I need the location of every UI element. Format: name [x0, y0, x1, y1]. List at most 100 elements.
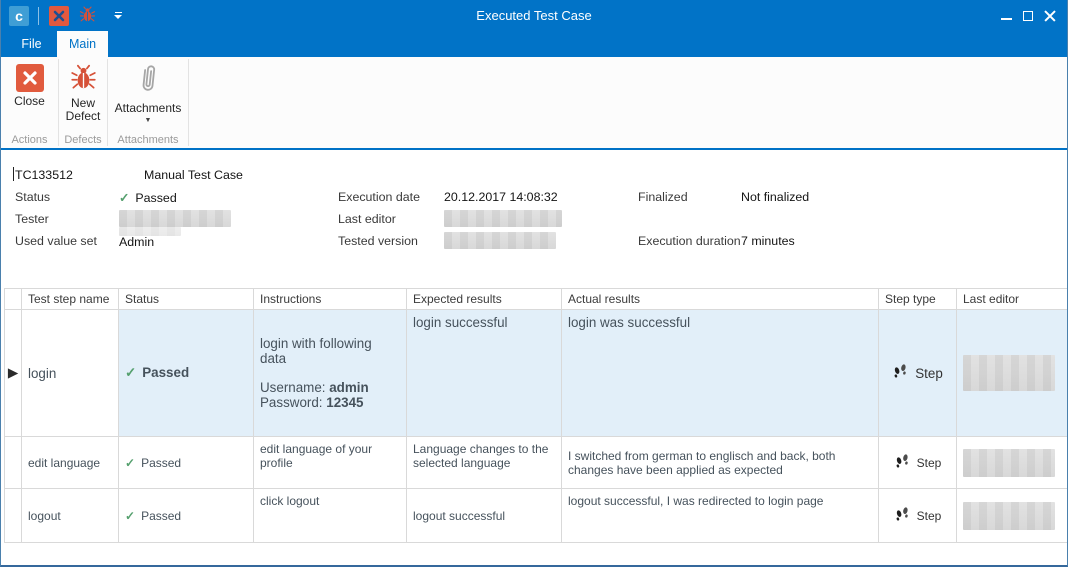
- qat-close-button[interactable]: [48, 5, 70, 27]
- cell-test-step-name[interactable]: logout: [22, 489, 119, 543]
- cell-test-step-name[interactable]: login: [22, 310, 119, 437]
- col-header-actual-results[interactable]: Actual results: [562, 289, 879, 310]
- col-header-step-type[interactable]: Step type: [879, 289, 957, 310]
- instructions-username-line: Username: admin: [260, 380, 400, 395]
- col-header-last-editor[interactable]: Last editor: [957, 289, 1068, 310]
- window-title: Executed Test Case: [1, 8, 1067, 23]
- last-editor-value-redacted: [444, 210, 562, 227]
- cell-status[interactable]: ✓Passed: [119, 310, 254, 437]
- cell-instructions[interactable]: edit language of your profile: [254, 437, 407, 489]
- bug-icon: [70, 64, 97, 94]
- cell-actual-results[interactable]: login was successful: [562, 310, 879, 437]
- status-value: ✓Passed: [119, 190, 177, 205]
- cell-instructions[interactable]: click logout: [254, 489, 407, 543]
- cell-expected-results[interactable]: login successful: [407, 310, 562, 437]
- dropdown-arrow-icon: ▼: [145, 118, 152, 124]
- execution-date-value: 20.12.2017 14:08:32: [444, 190, 558, 204]
- instructions-password-line: Password: 12345: [260, 395, 400, 410]
- group-separator: [188, 59, 189, 146]
- test-case-id-field[interactable]: TC133512: [15, 168, 73, 182]
- cell-expected-results[interactable]: logout successful: [407, 489, 562, 543]
- new-defect-button-label: New Defect: [66, 97, 101, 123]
- cell-last-editor[interactable]: [957, 489, 1068, 543]
- col-header-test-step-name[interactable]: Test step name: [22, 289, 119, 310]
- tab-file[interactable]: File: [6, 31, 57, 57]
- paperclip-icon: [133, 63, 163, 101]
- execution-duration-value: 7 minutes: [741, 234, 795, 248]
- maximize-button[interactable]: [1017, 4, 1039, 28]
- cell-last-editor[interactable]: [957, 310, 1068, 437]
- check-icon: ✓: [125, 456, 135, 470]
- col-header-status[interactable]: Status: [119, 289, 254, 310]
- executed-test-case-window: c: [0, 0, 1068, 567]
- row-indicator-header: [5, 289, 22, 310]
- used-value-set-value: Admin: [119, 235, 154, 249]
- titlebar: c: [1, 0, 1067, 31]
- col-header-instructions[interactable]: Instructions: [254, 289, 407, 310]
- last-editor-label: Last editor: [338, 212, 396, 226]
- check-icon: ✓: [119, 191, 129, 205]
- tested-version-value-redacted: [444, 232, 556, 249]
- chevron-down-icon: [114, 12, 122, 20]
- cell-step-type[interactable]: Step: [879, 437, 957, 489]
- cell-last-editor[interactable]: [957, 437, 1068, 489]
- quick-access-toolbar: c: [1, 5, 126, 27]
- close-x-icon: [49, 6, 69, 26]
- col-header-expected-results[interactable]: Expected results: [407, 289, 562, 310]
- maximize-icon: [1023, 11, 1033, 21]
- cell-step-type[interactable]: Step: [879, 489, 957, 543]
- tester-label: Tester: [15, 212, 49, 226]
- check-icon: ✓: [125, 509, 135, 523]
- row-indicator-cell: [5, 489, 22, 543]
- ribbon-group-actions: Close Actions: [1, 57, 58, 148]
- cell-actual-results[interactable]: logout successful, I was redirected to l…: [562, 489, 879, 543]
- ribbon-group-attachments: Attachments ▼ Attachments: [108, 57, 188, 148]
- close-x-icon: [16, 64, 44, 92]
- text-cursor: [13, 167, 14, 181]
- qat-new-defect-button[interactable]: [76, 5, 98, 27]
- finalized-value: Not finalized: [741, 190, 809, 204]
- footprints-icon: [894, 506, 911, 526]
- attachments-button-label: Attachments: [115, 102, 182, 115]
- table-row[interactable]: ▶ login ✓Passed login with following dat…: [5, 310, 1068, 437]
- row-indicator-cell: [5, 437, 22, 489]
- used-value-set-label: Used value set: [15, 234, 97, 248]
- cell-status[interactable]: ✓Passed: [119, 489, 254, 543]
- attachments-button[interactable]: Attachments ▼: [109, 60, 188, 128]
- tab-main[interactable]: Main: [57, 31, 108, 57]
- cell-expected-results[interactable]: Language changes to the selected languag…: [407, 437, 562, 489]
- instructions-intro: login with following data: [260, 336, 400, 366]
- footprints-icon: [894, 453, 911, 473]
- ribbon: Close Actions: [1, 57, 1067, 150]
- close-button-label: Close: [14, 95, 45, 108]
- minimize-icon: [1001, 18, 1012, 20]
- cell-test-step-name[interactable]: edit language: [22, 437, 119, 489]
- group-label-defects: Defects: [59, 134, 107, 146]
- group-label-actions: Actions: [1, 134, 58, 146]
- new-defect-button[interactable]: New Defect: [60, 60, 106, 127]
- footprints-icon: [892, 363, 909, 383]
- cell-actual-results[interactable]: I switched from german to englisch and b…: [562, 437, 879, 489]
- check-icon: ✓: [125, 365, 136, 380]
- minimize-button[interactable]: [995, 4, 1017, 28]
- last-editor-redacted: [963, 355, 1055, 391]
- table-row[interactable]: logout ✓Passed click logout logout succe…: [5, 489, 1068, 543]
- status-label: Status: [15, 190, 50, 204]
- close-button[interactable]: Close: [8, 60, 51, 112]
- tested-version-label: Tested version: [338, 234, 418, 248]
- step-type-label: Step: [915, 366, 943, 381]
- group-label-attachments: Attachments: [108, 134, 188, 146]
- test-steps-grid: Test step name Status Instructions Expec…: [4, 288, 1068, 543]
- cell-status[interactable]: ✓Passed: [119, 437, 254, 489]
- cell-instructions[interactable]: login with following data Username: admi…: [254, 310, 407, 437]
- qat-customize-dropdown[interactable]: [104, 5, 126, 27]
- execution-date-label: Execution date: [338, 190, 420, 204]
- test-case-type: Manual Test Case: [144, 168, 243, 182]
- last-editor-redacted: [963, 449, 1055, 477]
- bug-icon: [79, 6, 96, 26]
- cell-step-type[interactable]: Step: [879, 310, 957, 437]
- ribbon-tab-row: File Main: [1, 31, 1067, 57]
- row-indicator-icon: ▶: [8, 365, 18, 380]
- table-row[interactable]: edit language ✓Passed edit language of y…: [5, 437, 1068, 489]
- close-window-button[interactable]: [1039, 4, 1061, 28]
